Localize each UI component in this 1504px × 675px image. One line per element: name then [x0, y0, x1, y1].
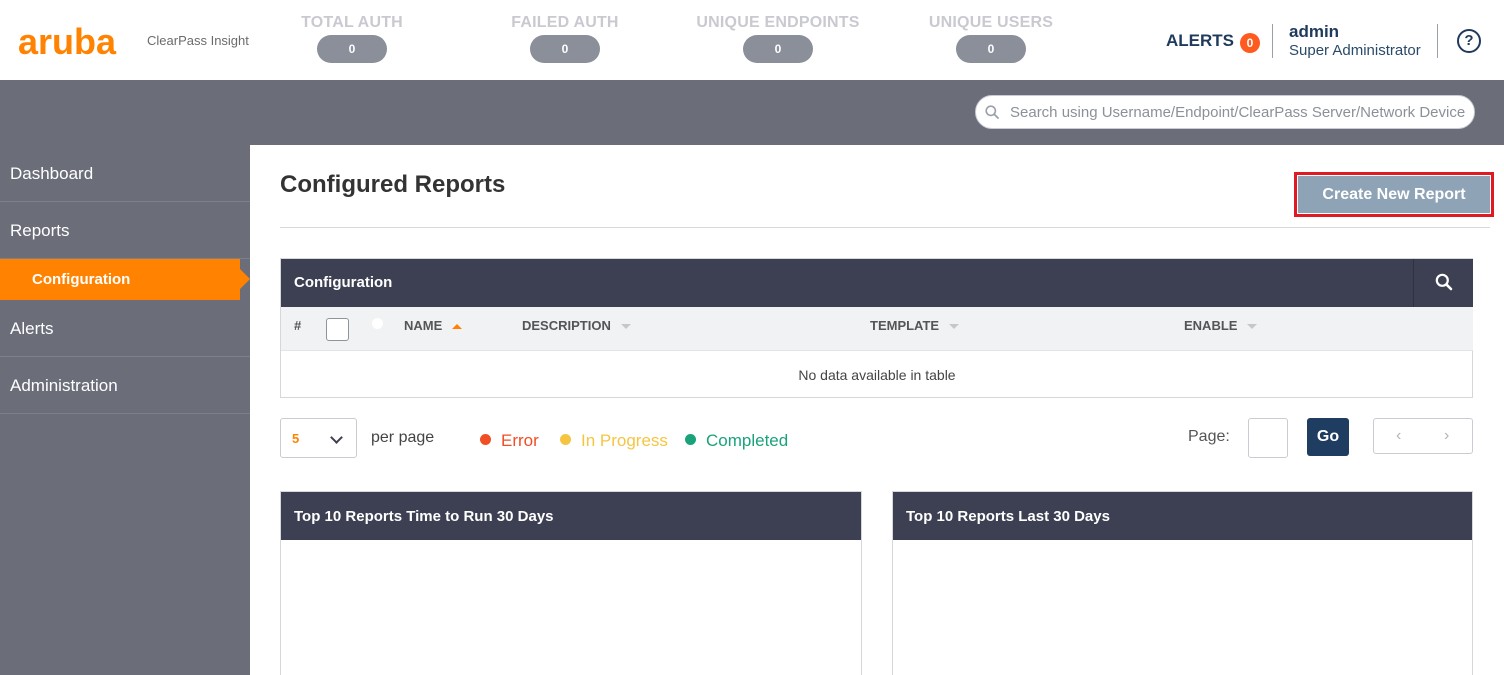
- user-role: Super Administrator: [1289, 42, 1421, 59]
- aruba-logo[interactable]: aruba: [18, 24, 116, 60]
- prev-page-icon[interactable]: ‹: [1396, 427, 1401, 445]
- stat-failed-auth[interactable]: FAILED AUTH 0: [480, 14, 650, 63]
- stat-unique-endpoints[interactable]: UNIQUE ENDPOINTS 0: [693, 14, 863, 63]
- next-page-icon[interactable]: ›: [1444, 427, 1449, 445]
- stat-value: 0: [743, 35, 813, 63]
- table-search-icon[interactable]: [1435, 273, 1453, 291]
- stat-value: 0: [956, 35, 1026, 63]
- in-progress-dot-icon: [560, 434, 571, 445]
- sidebar-item-reports[interactable]: Reports: [0, 202, 250, 259]
- stat-label: FAILED AUTH: [511, 14, 619, 31]
- sidebar-item-alerts[interactable]: Alerts: [0, 300, 250, 357]
- per-page-select[interactable]: 5: [280, 418, 357, 458]
- page-label: Page:: [1188, 428, 1230, 445]
- stat-label: TOTAL AUTH: [301, 14, 403, 31]
- search-input[interactable]: [1008, 96, 1468, 128]
- legend-error: Error: [480, 431, 539, 451]
- stat-label: UNIQUE ENDPOINTS: [696, 14, 860, 31]
- table-column-header: # NAME DESCRIPTION TEMPLATE ENABLE: [281, 307, 1473, 351]
- global-search[interactable]: [975, 95, 1475, 129]
- alerts-link[interactable]: ALERTS: [1166, 31, 1234, 51]
- panel-last-30-days: Top 10 Reports Last 30 Days: [892, 491, 1473, 675]
- toolbar: [0, 80, 1504, 145]
- page-title: Configured Reports: [280, 171, 506, 198]
- search-icon: [985, 105, 999, 119]
- user-name[interactable]: admin: [1289, 22, 1339, 42]
- stat-unique-users[interactable]: UNIQUE USERS 0: [906, 14, 1076, 63]
- error-dot-icon: [480, 434, 491, 445]
- empty-table-message: No data available in table: [798, 367, 956, 383]
- create-new-report-button[interactable]: Create New Report: [1298, 176, 1490, 213]
- per-page-label: per page: [371, 429, 435, 446]
- col-index: #: [294, 318, 302, 333]
- header-divider: [1413, 259, 1414, 307]
- alerts-count-badge[interactable]: 0: [1240, 33, 1260, 53]
- stat-value: 0: [530, 35, 600, 63]
- status-radio: [372, 318, 383, 329]
- sort-asc-icon: [452, 324, 463, 330]
- chevron-down-icon: [330, 431, 343, 444]
- page-number-input[interactable]: [1248, 418, 1288, 458]
- header-divider: [1272, 24, 1273, 58]
- configuration-table: Configuration # NAME DESCRIPTION TEMPLAT…: [280, 258, 1473, 398]
- select-all-checkbox[interactable]: [326, 318, 349, 341]
- panel-title: Top 10 Reports Time to Run 30 Days: [294, 508, 554, 525]
- sidebar-item-configuration[interactable]: Configuration: [0, 259, 250, 300]
- sort-icon: [1247, 324, 1258, 330]
- col-enable[interactable]: ENABLE: [1184, 318, 1258, 333]
- table-title: Configuration: [294, 274, 393, 291]
- product-name: ClearPass Insight: [147, 33, 249, 48]
- top-header: aruba ClearPass Insight TOTAL AUTH 0 FAI…: [0, 0, 1504, 80]
- sort-icon: [949, 324, 960, 330]
- panel-header: Top 10 Reports Time to Run 30 Days: [281, 492, 861, 540]
- col-description[interactable]: DESCRIPTION: [522, 318, 631, 333]
- pagination: ‹ ›: [1373, 418, 1473, 454]
- col-template[interactable]: TEMPLATE: [870, 318, 960, 333]
- header-divider: [1437, 24, 1438, 58]
- sidebar-item-administration[interactable]: Administration: [0, 357, 250, 414]
- help-icon[interactable]: ?: [1457, 29, 1481, 53]
- legend-in-progress: In Progress: [560, 431, 668, 451]
- panel-time-to-run: Top 10 Reports Time to Run 30 Days: [280, 491, 862, 675]
- panel-header: Top 10 Reports Last 30 Days: [893, 492, 1472, 540]
- stat-label: UNIQUE USERS: [928, 14, 1054, 31]
- stat-value: 0: [317, 35, 387, 63]
- go-button[interactable]: Go: [1307, 418, 1349, 456]
- sidebar: Dashboard Reports Configuration Alerts A…: [0, 145, 250, 675]
- table-header: Configuration: [281, 259, 1473, 307]
- title-divider: [280, 227, 1490, 228]
- stat-total-auth[interactable]: TOTAL AUTH 0: [267, 14, 437, 63]
- per-page-value: 5: [292, 431, 300, 446]
- sort-icon: [620, 324, 631, 330]
- completed-dot-icon: [685, 434, 696, 445]
- sidebar-item-dashboard[interactable]: Dashboard: [0, 145, 250, 202]
- panel-title: Top 10 Reports Last 30 Days: [906, 508, 1110, 525]
- col-name[interactable]: NAME: [404, 318, 463, 333]
- legend-completed: Completed: [685, 431, 788, 451]
